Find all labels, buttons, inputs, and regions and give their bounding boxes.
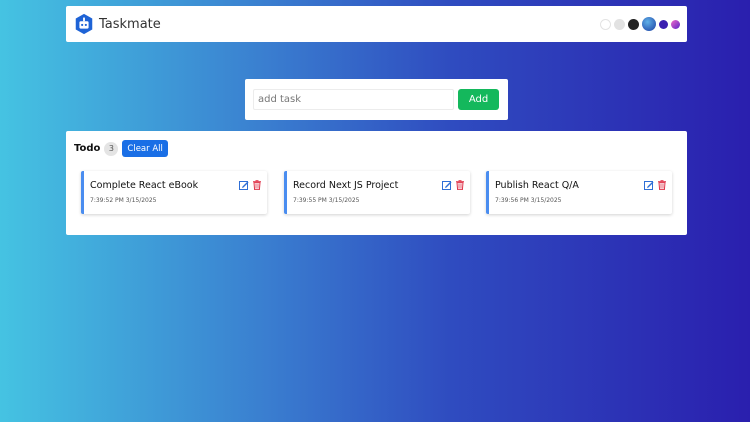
- theme-pink-swatch[interactable]: [671, 19, 680, 29]
- task-timestamp: 7:39:56 PM 3/15/2025: [495, 197, 562, 204]
- theme-dark-swatch[interactable]: [628, 18, 639, 30]
- task-actions: [644, 180, 667, 190]
- edit-icon[interactable]: [239, 180, 249, 190]
- task-card: Publish React Q/A 7:39:56 PM 3/15/2025: [486, 171, 672, 214]
- task-card: Complete React eBook 7:39:52 PM 3/15/202…: [81, 171, 267, 214]
- theme-light-swatch[interactable]: [600, 18, 611, 30]
- app-title: Taskmate: [99, 16, 161, 32]
- task-timestamp: 7:39:55 PM 3/15/2025: [293, 197, 360, 204]
- todo-header: Todo 3 Clear All: [74, 140, 168, 157]
- task-timestamp: 7:39:52 PM 3/15/2025: [90, 197, 157, 204]
- add-task-button[interactable]: Add: [458, 89, 499, 110]
- theme-ocean-swatch[interactable]: [642, 17, 656, 31]
- task-actions: [239, 180, 262, 190]
- app-header: Taskmate: [66, 6, 687, 42]
- trash-icon[interactable]: [455, 180, 465, 190]
- theme-switcher: [600, 17, 680, 31]
- theme-gray-swatch[interactable]: [614, 18, 625, 30]
- taskmate-logo-icon: [75, 13, 93, 35]
- edit-icon[interactable]: [644, 180, 654, 190]
- clear-all-button[interactable]: Clear All: [122, 140, 168, 157]
- task-title: Record Next JS Project: [293, 180, 399, 191]
- theme-purple-swatch[interactable]: [659, 19, 668, 29]
- task-card: Record Next JS Project 7:39:55 PM 3/15/2…: [284, 171, 470, 214]
- add-task-form: Add: [245, 79, 508, 120]
- task-actions: [442, 180, 465, 190]
- brand[interactable]: Taskmate: [73, 13, 161, 35]
- todo-count-badge: 3: [104, 141, 119, 156]
- todo-title: Todo: [74, 143, 101, 154]
- task-title: Complete React eBook: [90, 180, 199, 191]
- task-input[interactable]: [253, 89, 454, 110]
- task-title: Publish React Q/A: [495, 180, 579, 191]
- trash-icon[interactable]: [657, 180, 667, 190]
- edit-icon[interactable]: [442, 180, 452, 190]
- todo-panel: Todo 3 Clear All Complete React eBook 7:…: [66, 131, 687, 235]
- trash-icon[interactable]: [252, 180, 262, 190]
